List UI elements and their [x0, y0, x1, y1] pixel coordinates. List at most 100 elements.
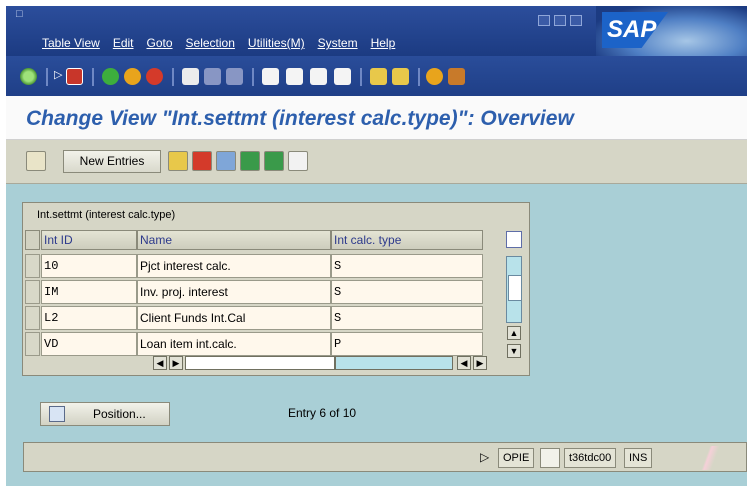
- cell-int-id[interactable]: IM: [41, 280, 137, 304]
- status-server: t36tdc00: [564, 448, 617, 468]
- cell-calc-type[interactable]: S: [331, 306, 483, 330]
- status-bar: ▷ OPIE t36tdc00 INS: [23, 442, 747, 472]
- cell-calc-type[interactable]: S: [331, 254, 483, 278]
- vertical-scrollbar[interactable]: ▲ ▼: [506, 256, 522, 363]
- toolbar-separator: [418, 68, 420, 86]
- last-page-icon[interactable]: [334, 68, 351, 85]
- position-button[interactable]: Position...: [40, 402, 170, 426]
- toolbar-separator: [92, 68, 94, 86]
- column-header-calc-type[interactable]: Int calc. type: [331, 230, 483, 250]
- column-header-int-id[interactable]: Int ID: [41, 230, 137, 250]
- entry-counter: Entry 6 of 10: [288, 406, 357, 420]
- row-selector[interactable]: [25, 280, 40, 304]
- scroll-right-icon[interactable]: ▶: [169, 356, 183, 370]
- position-icon: [49, 406, 65, 422]
- horizontal-scrollbar[interactable]: ◀ ▶ ◀ ▶: [153, 356, 487, 370]
- print-icon[interactable]: [182, 68, 199, 85]
- horizontal-scroll-thumb[interactable]: [185, 356, 335, 370]
- toolbar-separator: [252, 68, 254, 86]
- menu-goto[interactable]: Goto: [147, 36, 173, 50]
- horizontal-scroll-track[interactable]: [335, 356, 453, 370]
- select-all-column-button[interactable]: [25, 230, 40, 250]
- cancel-icon[interactable]: [146, 68, 163, 85]
- vertical-scroll-thumb[interactable]: [508, 275, 522, 301]
- status-mode[interactable]: INS: [624, 448, 653, 468]
- application-toolbar: New Entries: [6, 140, 747, 184]
- position-button-label: Position...: [93, 407, 146, 421]
- column-header-name[interactable]: Name: [137, 230, 331, 250]
- menu-help[interactable]: Help: [371, 36, 396, 50]
- display-change-icon[interactable]: [26, 151, 46, 171]
- work-area: Int.settmt (interest calc.type) Int ID N…: [6, 184, 747, 486]
- minimize-icon[interactable]: [538, 15, 550, 26]
- find-next-icon[interactable]: [226, 68, 243, 85]
- table-header-row: Int ID Name Int calc. type: [25, 229, 499, 251]
- toolbar-separator: [46, 68, 48, 86]
- save-icon[interactable]: [66, 68, 83, 85]
- status-bar-end: [693, 446, 733, 470]
- cell-calc-type[interactable]: S: [331, 280, 483, 304]
- table-title: Int.settmt (interest calc.type): [37, 209, 176, 221]
- table-row: L2 Client Funds Int.Cal S: [25, 305, 499, 331]
- cell-int-id[interactable]: VD: [41, 332, 137, 356]
- scroll-left-icon[interactable]: ◀: [457, 356, 471, 370]
- system-info-icon[interactable]: [540, 448, 560, 468]
- toolbar-separator: [360, 68, 362, 86]
- help-icon[interactable]: [426, 68, 443, 85]
- system-menu-icon[interactable]: □: [16, 8, 30, 20]
- find-icon[interactable]: [204, 68, 221, 85]
- back-icon[interactable]: [102, 68, 119, 85]
- sap-window: □ Table View Edit Goto Selection Utiliti…: [0, 0, 747, 486]
- previous-page-icon[interactable]: [286, 68, 303, 85]
- menu-selection[interactable]: Selection: [186, 36, 235, 50]
- scroll-down-icon[interactable]: ▼: [507, 344, 521, 358]
- page-title: Change View "Int.settmt (interest calc.t…: [26, 107, 574, 130]
- row-selector[interactable]: [25, 306, 40, 330]
- new-session-icon[interactable]: [370, 68, 387, 85]
- table-row: VD Loan item int.calc. P: [25, 331, 499, 357]
- cell-int-id[interactable]: 10: [41, 254, 137, 278]
- cell-name[interactable]: Inv. proj. interest: [137, 280, 331, 304]
- maximize-icon[interactable]: [554, 15, 566, 26]
- scroll-up-icon[interactable]: ▲: [507, 326, 521, 340]
- menu-table-view[interactable]: Table View: [42, 36, 100, 50]
- select-all-icon[interactable]: [240, 151, 260, 171]
- copy-as-icon[interactable]: [168, 151, 188, 171]
- delete-icon[interactable]: [192, 151, 212, 171]
- new-entries-button[interactable]: New Entries: [63, 150, 161, 173]
- status-expand-icon[interactable]: ▷: [480, 450, 489, 464]
- window-controls: [538, 15, 582, 26]
- enter-icon[interactable]: [20, 68, 37, 85]
- cell-name[interactable]: Client Funds Int.Cal: [137, 306, 331, 330]
- toolbar-separator: [172, 68, 174, 86]
- deselect-all-icon[interactable]: [288, 151, 308, 171]
- row-selector[interactable]: [25, 332, 40, 356]
- column-configuration-icon[interactable]: [506, 231, 522, 248]
- menu-utilities[interactable]: Utilities(M): [248, 36, 305, 50]
- cell-int-id[interactable]: L2: [41, 306, 137, 330]
- table-control: Int.settmt (interest calc.type) Int ID N…: [22, 202, 530, 376]
- close-icon[interactable]: [570, 15, 582, 26]
- first-page-icon[interactable]: [262, 68, 279, 85]
- exit-icon[interactable]: [124, 68, 141, 85]
- layout-menu-icon[interactable]: [448, 68, 465, 85]
- vertical-scroll-track[interactable]: [506, 256, 522, 323]
- scroll-right-icon[interactable]: ▶: [473, 356, 487, 370]
- title-bar: Change View "Int.settmt (interest calc.t…: [6, 96, 747, 140]
- sap-logo: SAP: [602, 12, 668, 48]
- table-row: 10 Pjct interest calc. S: [25, 253, 499, 279]
- command-field-icon[interactable]: ▷: [54, 68, 64, 85]
- cell-name[interactable]: Loan item int.calc.: [137, 332, 331, 356]
- select-block-icon[interactable]: [264, 151, 284, 171]
- scroll-left-icon[interactable]: ◀: [153, 356, 167, 370]
- status-system: OPIE: [498, 448, 535, 468]
- shortcut-icon[interactable]: [392, 68, 409, 85]
- cell-calc-type[interactable]: P: [331, 332, 483, 356]
- menu-edit[interactable]: Edit: [113, 36, 134, 50]
- logo-banner: SAP: [596, 6, 747, 56]
- row-selector[interactable]: [25, 254, 40, 278]
- undo-change-icon[interactable]: [216, 151, 236, 171]
- cell-name[interactable]: Pjct interest calc.: [137, 254, 331, 278]
- next-page-icon[interactable]: [310, 68, 327, 85]
- menu-system[interactable]: System: [318, 36, 358, 50]
